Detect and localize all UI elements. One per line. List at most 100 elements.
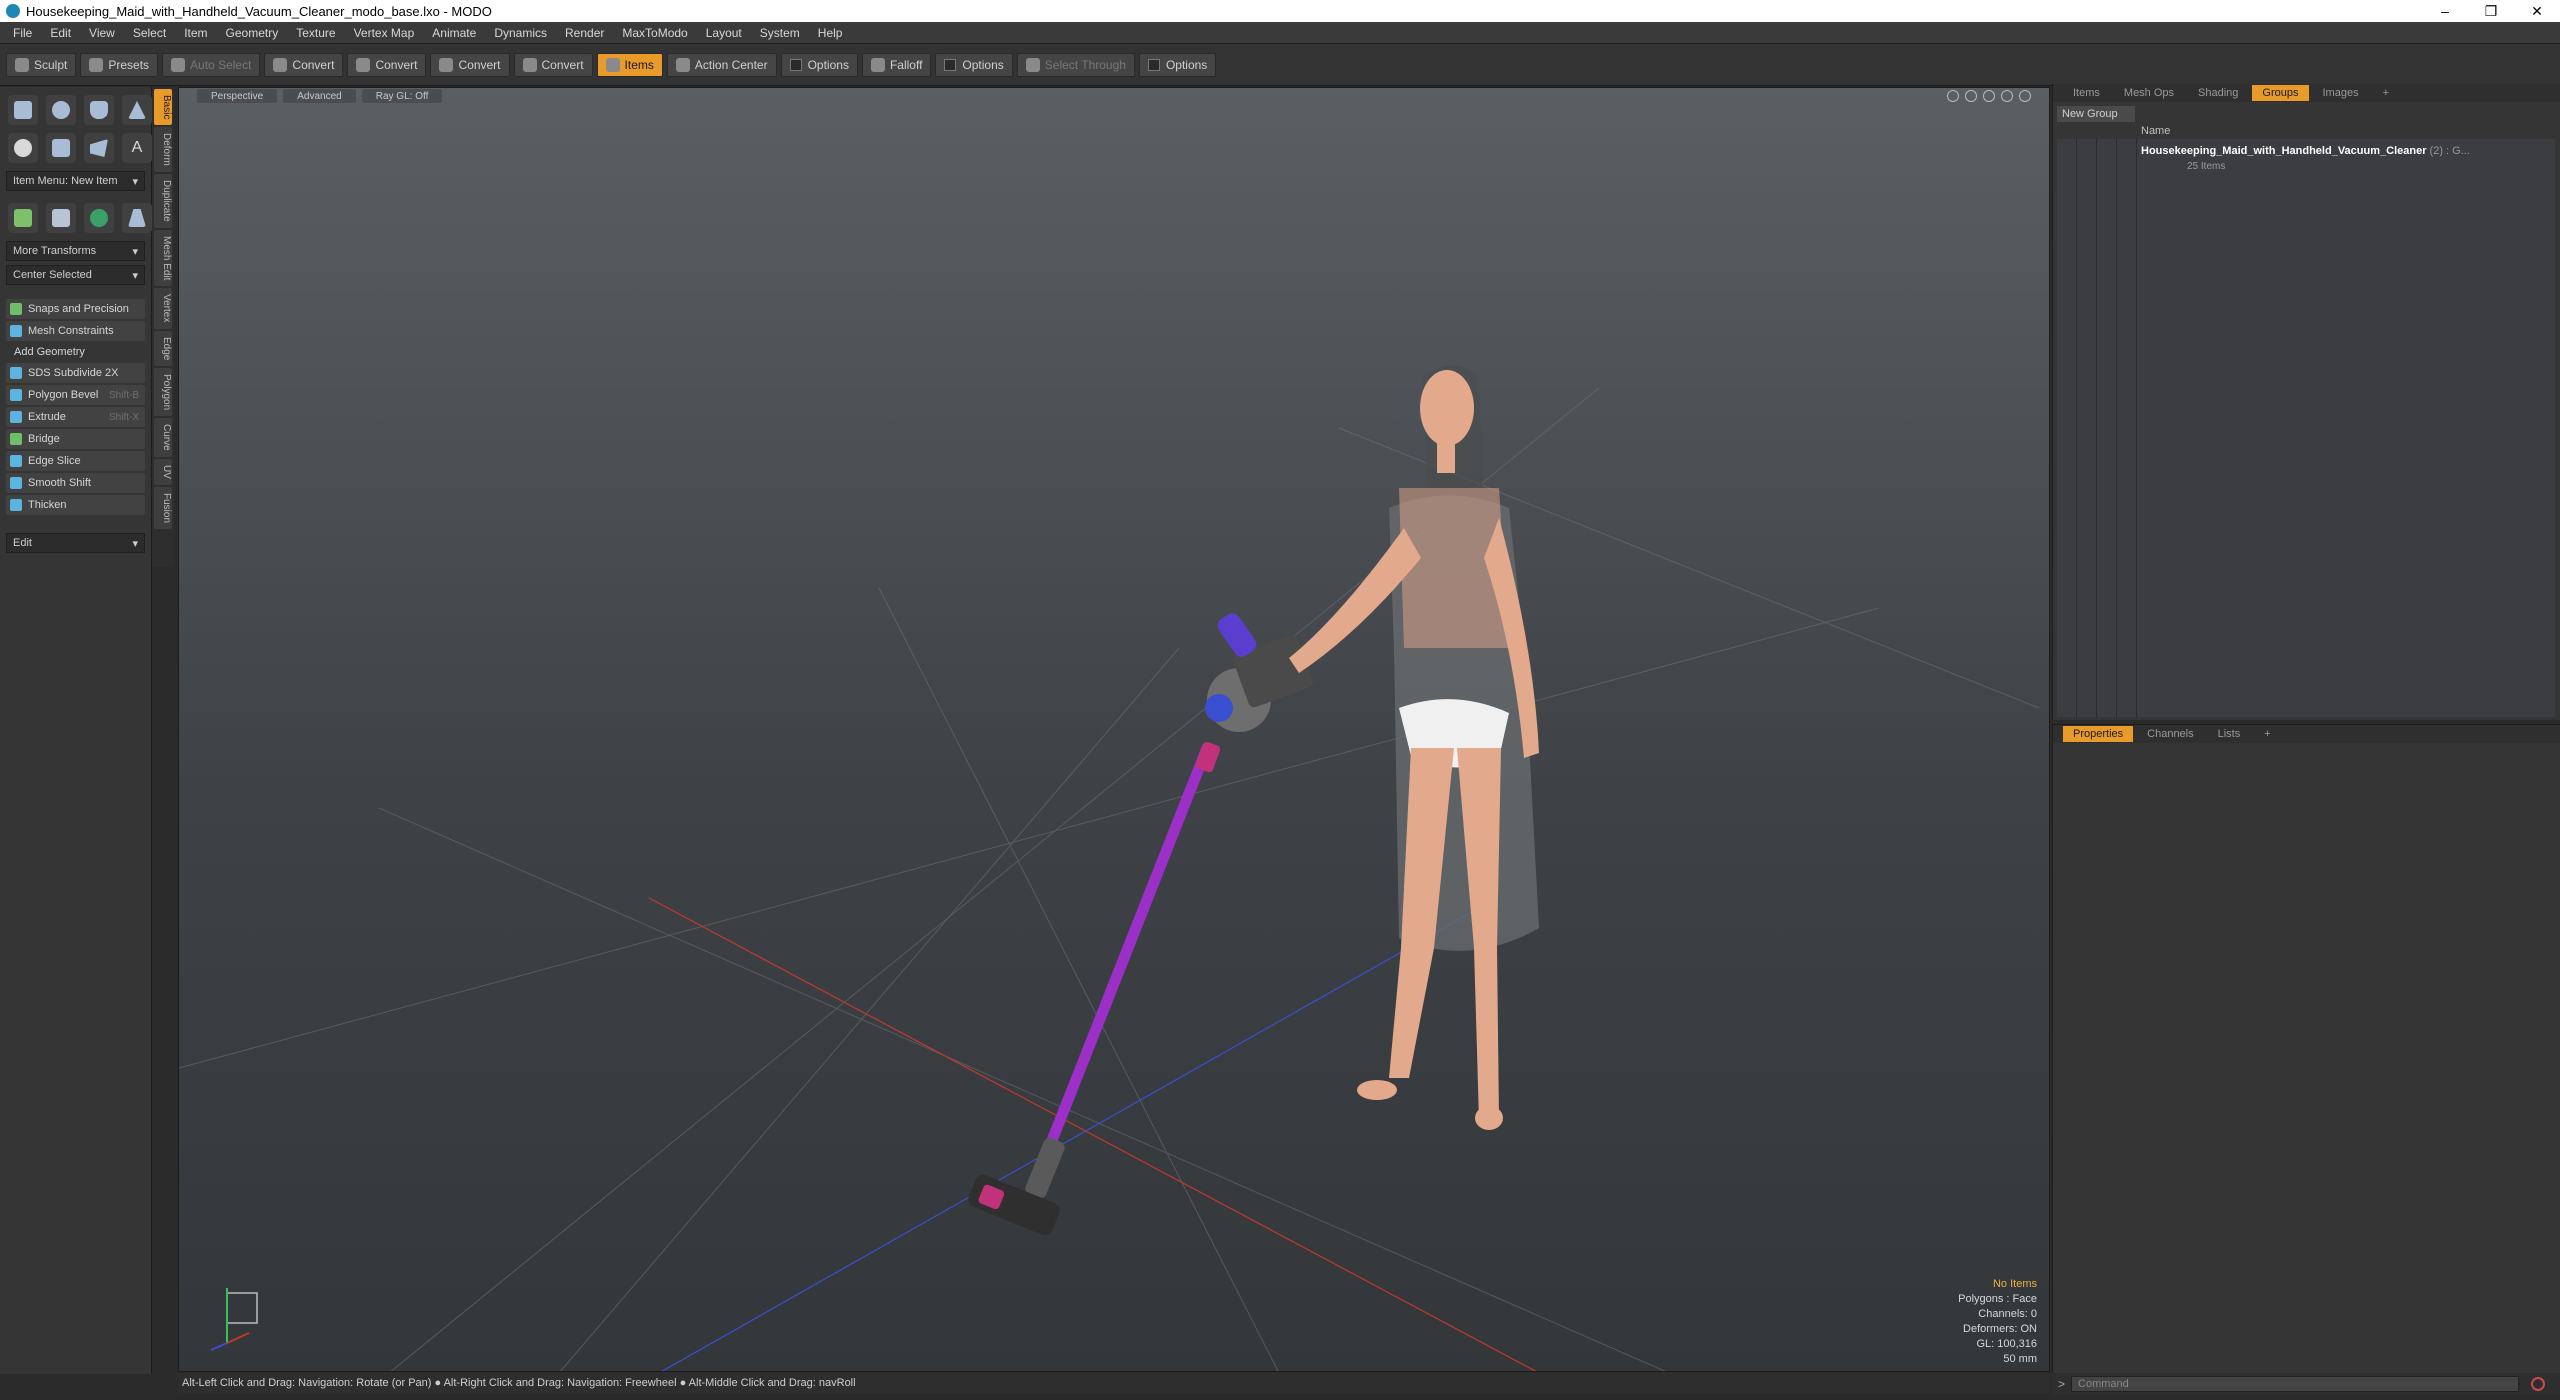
tab-curve[interactable]: Curve	[154, 418, 172, 457]
tab-duplicate[interactable]: Duplicate	[154, 174, 172, 228]
tab-edge[interactable]: Edge	[154, 330, 172, 367]
pen-icon[interactable]	[2001, 90, 2013, 102]
grid-tool[interactable]	[46, 203, 76, 233]
thicken-button[interactable]: Thicken	[6, 495, 145, 515]
group-row[interactable]: Housekeeping_Maid_with_Handheld_Vacuum_C…	[2141, 145, 2470, 157]
more-transforms-dropdown[interactable]: More Transforms ▾	[6, 241, 145, 261]
vacuum-cleaner-model[interactable]	[966, 610, 1315, 1238]
presets-button[interactable]: Presets	[80, 52, 159, 77]
command-prompt: >	[2058, 1377, 2066, 1391]
tab-mesh-edit[interactable]: Mesh Edit	[154, 229, 172, 287]
capsule-tool[interactable]	[46, 133, 76, 163]
perspective-tab[interactable]: Perspective	[197, 89, 278, 103]
record-icon[interactable]	[2531, 1377, 2546, 1391]
render-column[interactable]	[2077, 139, 2097, 717]
menu-help[interactable]: Help	[809, 26, 852, 40]
close-button[interactable]: ✕	[2514, 0, 2560, 22]
new-group-button[interactable]: New Group	[2057, 106, 2135, 122]
tab-groups[interactable]: Groups	[2252, 85, 2309, 101]
lock-column[interactable]	[2097, 139, 2117, 717]
ground-grid	[179, 387, 2040, 1371]
menu-dynamics[interactable]: Dynamics	[485, 26, 556, 40]
menu-maxtomodo[interactable]: MaxToModo	[613, 26, 696, 40]
menu-view[interactable]: View	[80, 26, 124, 40]
tab-uv[interactable]: UV	[154, 458, 172, 485]
menu-animate[interactable]: Animate	[423, 26, 485, 40]
falloff-options-button[interactable]: Options	[935, 52, 1013, 77]
action-center-button[interactable]: Action Center	[666, 52, 777, 77]
zoom-icon[interactable]	[1983, 90, 1995, 102]
convert-vertices-button[interactable]: Convert	[264, 52, 344, 77]
select-through-button[interactable]: Select Through	[1016, 52, 1135, 77]
polygon-bevel-button[interactable]: Polygon Bevel Shift-B	[6, 385, 145, 405]
menu-geometry[interactable]: Geometry	[217, 26, 288, 40]
eye-column[interactable]	[2057, 139, 2077, 717]
tab-items[interactable]: Items	[2063, 85, 2110, 101]
tab-lists[interactable]: Lists	[2208, 726, 2251, 742]
menu-edit[interactable]: Edit	[41, 26, 80, 40]
smooth-shift-button[interactable]: Smooth Shift	[6, 473, 145, 493]
tab-fusion[interactable]: Fusion	[154, 486, 172, 529]
tab-properties[interactable]: Properties	[2063, 726, 2134, 742]
mesh-constraints-button[interactable]: Mesh Constraints	[6, 321, 145, 341]
sculpt-button[interactable]: Sculpt	[6, 52, 77, 77]
tab-shading[interactable]: Shading	[2188, 85, 2248, 101]
sds-subdivide-button[interactable]: SDS Subdivide 2X	[6, 363, 145, 383]
select-through-options-button[interactable]: Options	[1138, 52, 1217, 77]
pan-icon[interactable]	[1947, 90, 1959, 102]
camera-tool[interactable]	[122, 203, 152, 233]
menu-vertex-map[interactable]: Vertex Map	[345, 26, 424, 40]
tab-basic[interactable]: Basic	[154, 89, 172, 126]
locator-tool[interactable]	[8, 203, 38, 233]
3d-viewport[interactable]: Perspective Advanced Ray GL: Off No Item…	[178, 87, 2050, 1372]
menu-layout[interactable]: Layout	[697, 26, 751, 40]
convert-edges-button[interactable]: Convert	[347, 52, 427, 77]
advanced-tab[interactable]: Advanced	[283, 89, 356, 103]
snaps-precision-button[interactable]: Snaps and Precision	[6, 299, 145, 319]
rotate-icon[interactable]	[1965, 90, 1977, 102]
add-geometry-header[interactable]: Add Geometry	[6, 343, 145, 361]
extrude-button[interactable]: Extrude Shift-X	[6, 407, 145, 427]
falloff-button[interactable]: Falloff	[861, 52, 932, 77]
cone-tool[interactable]	[122, 95, 152, 125]
restore-button[interactable]: ❐	[2468, 0, 2514, 22]
text-tool[interactable]: A	[122, 133, 152, 163]
add-tab-button[interactable]: +	[2254, 726, 2280, 742]
raygl-tab[interactable]: Ray GL: Off	[361, 89, 443, 103]
sphere-tool[interactable]	[46, 95, 76, 125]
convert-polygons-button[interactable]: Convert	[430, 52, 510, 77]
tab-mesh-ops[interactable]: Mesh Ops	[2114, 85, 2184, 101]
menu-system[interactable]: System	[751, 26, 809, 40]
menu-select[interactable]: Select	[124, 26, 175, 40]
edge-slice-button[interactable]: Edge Slice	[6, 451, 145, 471]
bridge-button[interactable]: Bridge	[6, 429, 145, 449]
tab-polygon[interactable]: Polygon	[154, 368, 172, 417]
item-menu-dropdown[interactable]: Item Menu: New Item ▾	[6, 171, 145, 191]
menu-file[interactable]: File	[4, 26, 41, 40]
menu-item[interactable]: Item	[175, 26, 216, 40]
action-center-options-button[interactable]: Options	[780, 52, 858, 77]
torus-tool[interactable]	[8, 133, 38, 163]
menu-texture[interactable]: Texture	[287, 26, 344, 40]
edit-dropdown[interactable]: Edit ▾	[6, 533, 145, 553]
minimize-button[interactable]: –	[2422, 0, 2468, 22]
viewport-scene[interactable]	[179, 88, 2050, 1372]
convert-materials-button[interactable]: Convert	[513, 52, 593, 77]
tab-channels[interactable]: Channels	[2137, 726, 2203, 742]
items-mode-button[interactable]: Items	[596, 52, 663, 77]
command-input[interactable]: Command	[2071, 1376, 2520, 1392]
center-selected-dropdown[interactable]: Center Selected ▾	[6, 265, 145, 285]
add-tab-button[interactable]: +	[2373, 85, 2399, 101]
maid-character-model[interactable]	[1289, 365, 1539, 1131]
gear-icon[interactable]	[2019, 90, 2031, 102]
cylinder-tool[interactable]	[84, 95, 114, 125]
globe-tool[interactable]	[84, 203, 114, 233]
tab-vertex[interactable]: Vertex	[154, 288, 172, 329]
tab-deform[interactable]: Deform	[154, 127, 172, 173]
pen-tool[interactable]	[84, 133, 114, 163]
select-column[interactable]	[2117, 139, 2137, 717]
tab-images[interactable]: Images	[2313, 85, 2369, 101]
menu-render[interactable]: Render	[556, 26, 613, 40]
cube-tool[interactable]	[8, 95, 38, 125]
auto-select-button[interactable]: Auto Select	[162, 52, 261, 77]
